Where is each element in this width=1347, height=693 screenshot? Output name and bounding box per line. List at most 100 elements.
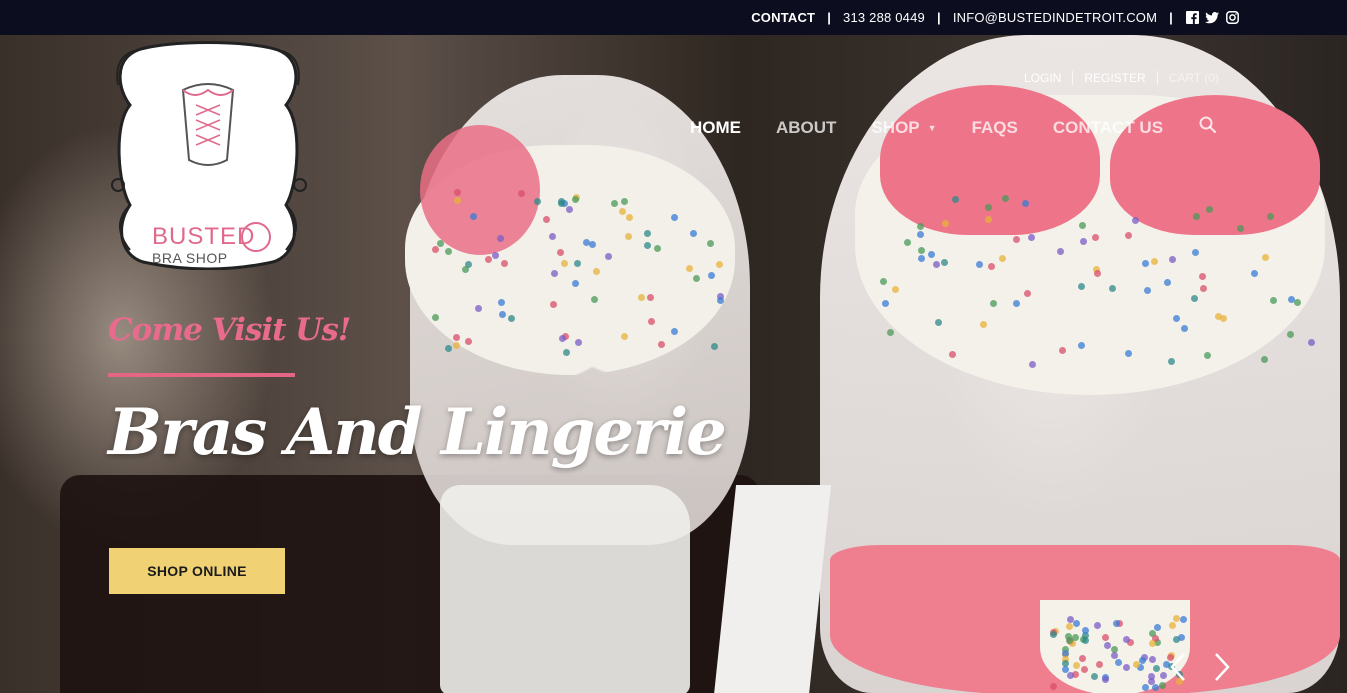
floral-print-dot	[1103, 641, 1111, 649]
floral-print-dot	[984, 203, 992, 211]
register-link[interactable]: REGISTER	[1073, 71, 1156, 85]
floral-print-dot	[948, 351, 956, 359]
search-icon[interactable]	[1198, 115, 1218, 135]
floral-print-dot	[1179, 615, 1187, 623]
cart-link[interactable]: CART (0)	[1158, 71, 1230, 85]
floral-print-dot	[1144, 286, 1152, 294]
logo-title: BUSTED	[152, 223, 256, 250]
floral-print-dot	[1013, 299, 1021, 307]
floral-print-dot	[646, 293, 654, 301]
floral-print-dot	[1077, 282, 1085, 290]
phone-link[interactable]: 313 288 0449	[843, 10, 925, 25]
social-links	[1185, 11, 1239, 25]
floral-print-dot	[1205, 206, 1213, 214]
floral-print-dot	[1261, 253, 1269, 261]
floral-print-dot	[692, 274, 700, 282]
email-link[interactable]: INFO@BUSTEDINDETROIT.COM	[953, 10, 1157, 25]
nav-item-contact-us[interactable]: CONTACT US	[1053, 118, 1163, 138]
floral-print-dot	[989, 299, 997, 307]
floral-print-dot	[658, 340, 666, 348]
floral-print-dot	[1024, 289, 1032, 297]
floral-print-dot	[1072, 662, 1080, 670]
floral-print-dot	[1101, 676, 1109, 684]
floral-print-dot	[626, 213, 634, 221]
site-logo[interactable]: BUSTED BRA SHOP	[108, 35, 308, 271]
shop-online-button[interactable]: SHOP ONLINE	[109, 548, 285, 594]
floral-print-dot	[917, 246, 925, 254]
floral-print-dot	[583, 238, 591, 246]
floral-print-dot	[474, 305, 482, 313]
floral-print-dot	[498, 311, 506, 319]
floral-print-dot	[1022, 199, 1030, 207]
floral-print-dot	[1072, 619, 1080, 627]
floral-print-dot	[880, 277, 888, 285]
floral-print-dot	[941, 220, 949, 227]
floral-print-dot	[574, 339, 582, 347]
floral-print-dot	[557, 197, 565, 205]
floral-print-dot	[1177, 633, 1185, 641]
floral-print-dot	[1307, 339, 1315, 347]
floral-print-dot	[1112, 619, 1120, 627]
slide-headline: Bras And Lingerie	[108, 395, 727, 470]
floral-print-dot	[454, 196, 462, 204]
floral-print-dot	[550, 269, 558, 277]
facebook-icon[interactable]	[1185, 11, 1199, 25]
login-link[interactable]: LOGIN	[1013, 71, 1072, 85]
floral-print-dot	[573, 259, 581, 267]
floral-print-dot	[542, 216, 550, 224]
hero-image-lace-right-a	[880, 85, 1100, 235]
floral-print-dot	[1065, 636, 1073, 644]
main-nav: HOME ABOUT SHOP ▼ FAQS CONTACT US	[690, 115, 1218, 138]
floral-print-dot	[592, 267, 600, 275]
floral-print-dot	[1141, 683, 1149, 691]
divider: |	[1169, 10, 1173, 25]
floral-print-dot	[444, 344, 452, 352]
top-contact-bar: CONTACT | 313 288 0449 | INFO@BUSTEDINDE…	[0, 0, 1347, 35]
floral-print-dot	[1199, 284, 1207, 292]
floral-print-dot	[1168, 255, 1176, 263]
floral-print-dot	[1132, 660, 1140, 668]
nav-item-shop-label: SHOP	[871, 118, 920, 137]
instagram-icon[interactable]	[1225, 11, 1239, 25]
floral-print-dot	[951, 195, 959, 203]
floral-print-dot	[624, 232, 632, 240]
floral-print-dot	[464, 337, 472, 345]
divider: |	[936, 10, 941, 25]
floral-print-dot	[560, 259, 568, 267]
floral-print-dot	[1122, 635, 1130, 643]
floral-print-dot	[917, 230, 925, 238]
floral-print-dot	[610, 199, 618, 207]
divider: |	[827, 10, 832, 25]
floral-print-dot	[1164, 278, 1172, 286]
floral-print-dot	[1090, 673, 1098, 680]
floral-print-dot	[1159, 681, 1167, 689]
floral-print-dot	[637, 293, 645, 301]
prev-slide-arrow-icon[interactable]	[1166, 652, 1190, 682]
tagline-underline	[108, 373, 295, 377]
floral-print-dot	[1149, 639, 1157, 647]
floral-print-dot	[1081, 626, 1089, 634]
floral-print-dot	[670, 213, 678, 221]
caret-down-icon: ▼	[927, 123, 937, 133]
nav-item-home[interactable]: HOME	[690, 118, 741, 138]
hero-image-white-garment	[440, 485, 690, 693]
slide-tagline: Come Visit Us!	[108, 312, 351, 348]
floral-print-dot	[998, 254, 1006, 262]
floral-print-dot	[647, 318, 655, 325]
floral-print-dot	[881, 300, 889, 308]
account-links: LOGIN REGISTER CART (0)	[1013, 71, 1230, 85]
floral-print-dot	[1108, 284, 1116, 292]
floral-print-dot	[1267, 212, 1275, 220]
floral-print-dot	[571, 195, 579, 203]
twitter-icon[interactable]	[1205, 11, 1219, 25]
floral-print-dot	[1079, 237, 1087, 245]
next-slide-arrow-icon[interactable]	[1210, 652, 1234, 682]
floral-print-dot	[461, 266, 469, 274]
floral-print-dot	[980, 320, 988, 328]
nav-item-shop[interactable]: SHOP ▼	[871, 118, 936, 138]
floral-print-dot	[887, 328, 895, 336]
floral-print-dot	[1093, 270, 1101, 278]
nav-item-faqs[interactable]: FAQS	[972, 118, 1018, 138]
floral-print-dot	[1081, 665, 1089, 673]
nav-item-about[interactable]: ABOUT	[776, 118, 836, 138]
